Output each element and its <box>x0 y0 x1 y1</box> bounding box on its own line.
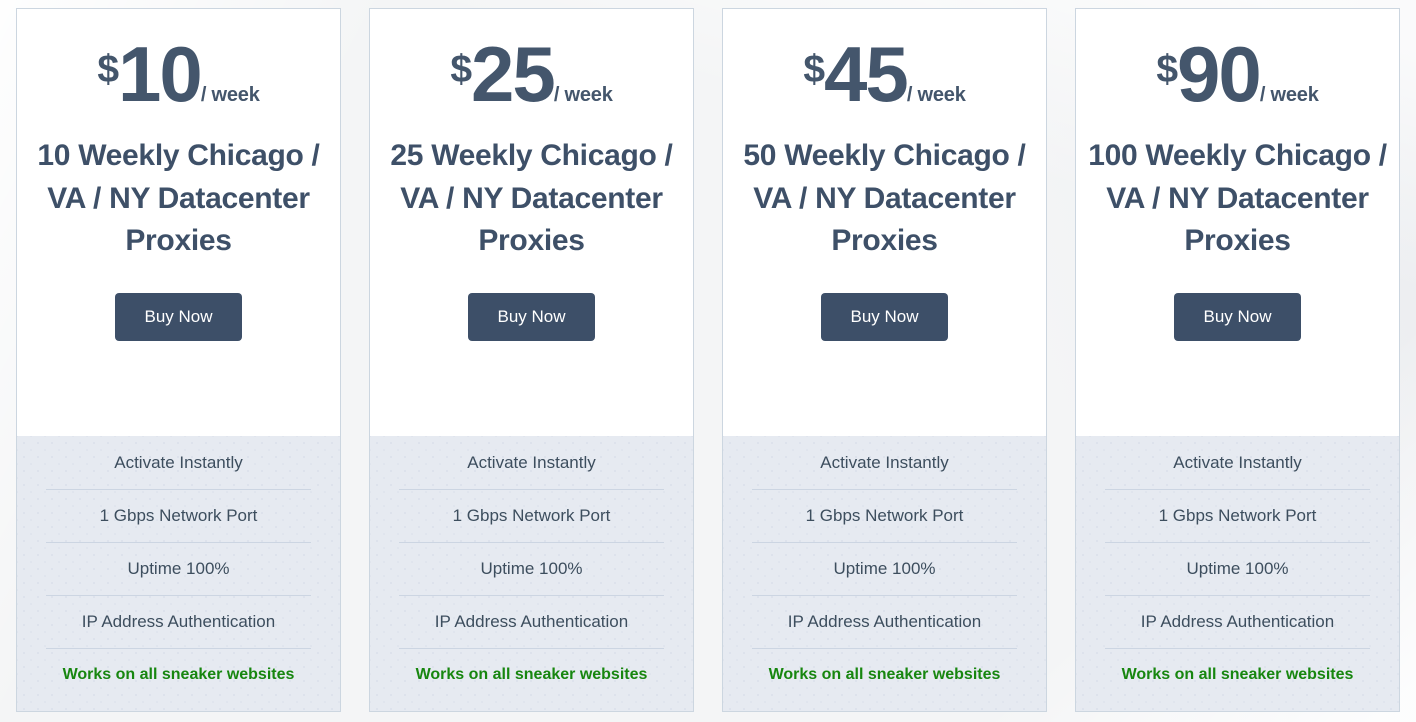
feature-item-highlight: Works on all sneaker websites <box>370 648 693 701</box>
price-amount: 90 <box>1177 30 1262 118</box>
feature-item: Activate Instantly <box>467 452 596 472</box>
feature-item: 1 Gbps Network Port <box>370 489 693 542</box>
plan-title: 100 Weekly Chicago / VA / NY Datacenter … <box>1088 139 1387 258</box>
price-currency-symbol: $ <box>97 47 119 91</box>
feature-item: IP Address Authentication <box>17 595 340 648</box>
feature-item: IP Address Authentication <box>370 595 693 648</box>
plan-feature-list: Activate Instantly 1 Gbps Network Port U… <box>17 436 340 711</box>
price-period: / week <box>906 84 966 106</box>
pricing-card-header: $25/ week 25 Weekly Chicago / VA / NY Da… <box>370 9 693 436</box>
feature-item: 1 Gbps Network Port <box>17 489 340 542</box>
buy-now-button[interactable]: Buy Now <box>821 292 948 342</box>
price-display: $90/ week <box>1156 35 1319 113</box>
price-period: / week <box>1259 84 1319 106</box>
plan-feature-list: Activate Instantly 1 Gbps Network Port U… <box>723 436 1046 711</box>
feature-item: 1 Gbps Network Port <box>1076 489 1399 542</box>
feature-item: Activate Instantly <box>1173 452 1302 472</box>
buy-now-button[interactable]: Buy Now <box>1174 292 1301 342</box>
feature-item: Uptime 100% <box>370 542 693 595</box>
pricing-card-header: $45/ week 50 Weekly Chicago / VA / NY Da… <box>723 9 1046 436</box>
price-amount: 10 <box>118 30 203 118</box>
pricing-card-header: $10/ week 10 Weekly Chicago / VA / NY Da… <box>17 9 340 436</box>
price-period: / week <box>553 84 613 106</box>
price-amount: 25 <box>471 30 556 118</box>
pricing-plans-grid: $10/ week 10 Weekly Chicago / VA / NY Da… <box>0 8 1416 714</box>
pricing-card: $10/ week 10 Weekly Chicago / VA / NY Da… <box>16 8 341 712</box>
pricing-card: $45/ week 50 Weekly Chicago / VA / NY Da… <box>722 8 1047 712</box>
feature-item-highlight: Works on all sneaker websites <box>723 648 1046 701</box>
feature-item-highlight: Works on all sneaker websites <box>17 648 340 701</box>
buy-now-button[interactable]: Buy Now <box>115 292 242 342</box>
feature-item: 1 Gbps Network Port <box>723 489 1046 542</box>
plan-title: 50 Weekly Chicago / VA / NY Datacenter P… <box>743 139 1026 258</box>
pricing-card: $25/ week 25 Weekly Chicago / VA / NY Da… <box>369 8 694 712</box>
plan-feature-list: Activate Instantly 1 Gbps Network Port U… <box>1076 436 1399 711</box>
plan-title: 25 Weekly Chicago / VA / NY Datacenter P… <box>390 139 673 258</box>
feature-item: IP Address Authentication <box>723 595 1046 648</box>
price-amount: 45 <box>824 30 909 118</box>
pricing-card: $90/ week 100 Weekly Chicago / VA / NY D… <box>1075 8 1400 712</box>
plan-title: 10 Weekly Chicago / VA / NY Datacenter P… <box>37 139 320 258</box>
price-currency-symbol: $ <box>803 47 825 91</box>
feature-item: Uptime 100% <box>17 542 340 595</box>
price-display: $10/ week <box>97 35 260 113</box>
price-currency-symbol: $ <box>1156 47 1178 91</box>
price-display: $25/ week <box>450 35 613 113</box>
feature-item: Uptime 100% <box>723 542 1046 595</box>
feature-item: IP Address Authentication <box>1076 595 1399 648</box>
feature-item: Activate Instantly <box>114 452 243 472</box>
plan-feature-list: Activate Instantly 1 Gbps Network Port U… <box>370 436 693 711</box>
price-display: $45/ week <box>803 35 966 113</box>
feature-item: Uptime 100% <box>1076 542 1399 595</box>
price-period: / week <box>200 84 260 106</box>
feature-item: Activate Instantly <box>820 452 949 472</box>
price-currency-symbol: $ <box>450 47 472 91</box>
buy-now-button[interactable]: Buy Now <box>468 292 595 342</box>
pricing-card-header: $90/ week 100 Weekly Chicago / VA / NY D… <box>1076 9 1399 436</box>
feature-item-highlight: Works on all sneaker websites <box>1076 648 1399 701</box>
